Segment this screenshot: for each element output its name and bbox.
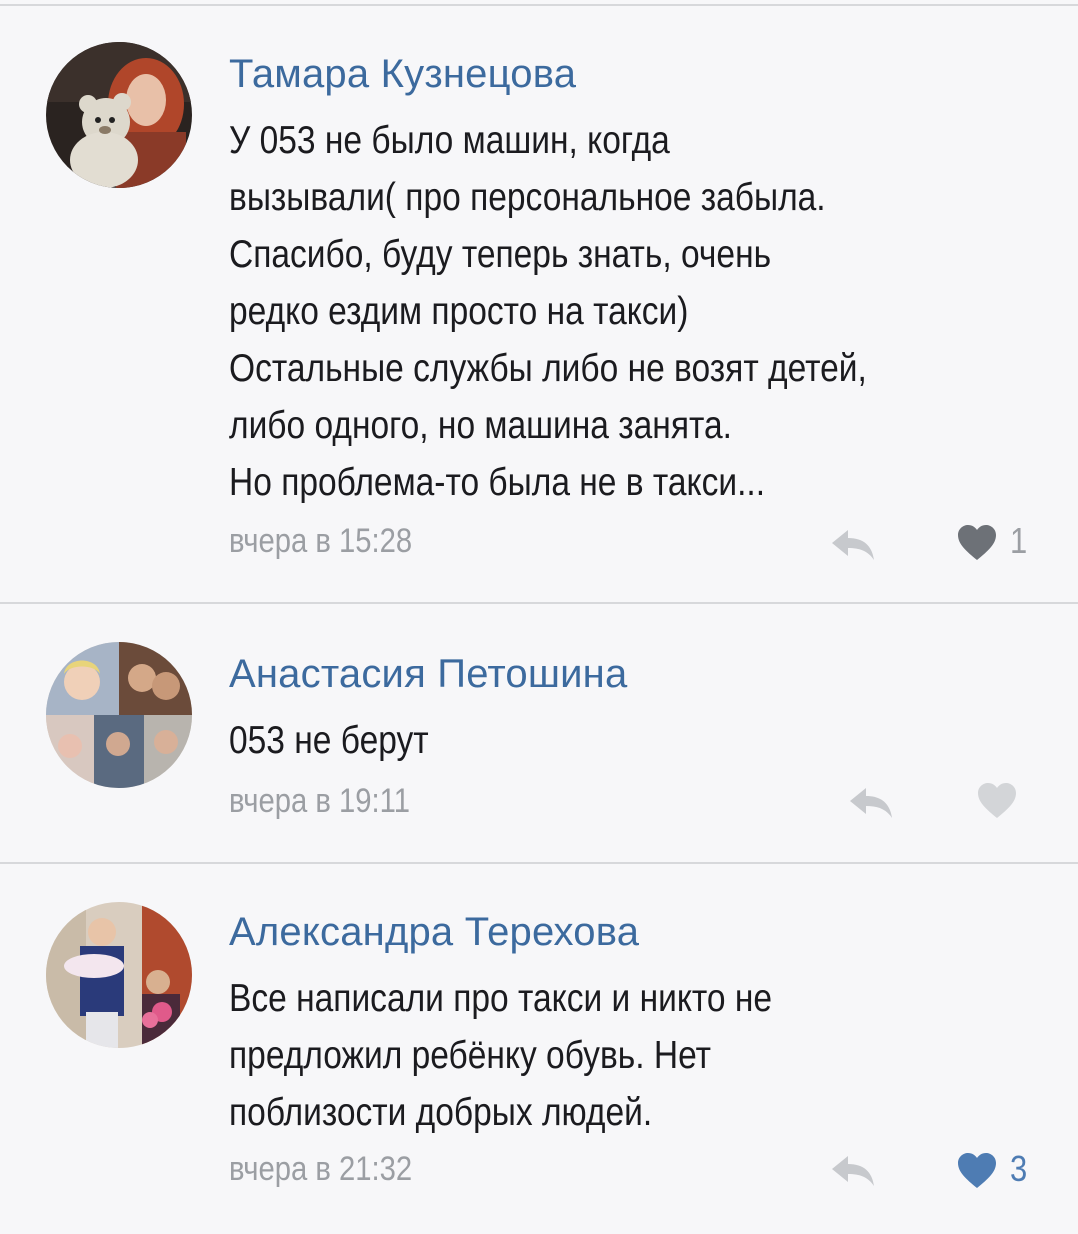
reply-icon: [850, 788, 892, 818]
comment-text-line: поблизости добрых людей.: [229, 1091, 653, 1134]
like-button[interactable]: 3: [956, 1148, 1027, 1192]
comment-timestamp: вчера в 15:28: [229, 522, 413, 560]
like-count: 1: [1010, 520, 1028, 561]
comment-item: Анастасия Петошина 053 не берут вчера в …: [0, 606, 1078, 864]
comment-text: Все написали про такси и никто не предло…: [229, 970, 1055, 1141]
avatar-photo-icon: [46, 902, 192, 1048]
comment-text-line: либо одного, но машина занята.: [229, 404, 732, 447]
like-count: 3: [1010, 1148, 1028, 1189]
avatar-photo-icon: [46, 642, 192, 788]
heart-icon: [958, 525, 996, 560]
avatar[interactable]: [46, 902, 192, 1048]
comment-text-line: редко ездим просто на такси): [229, 290, 689, 333]
comment-text-line: У 053 не было машин, когда: [229, 119, 670, 162]
comment-text-line: Остальные службы либо не возят детей,: [229, 347, 867, 390]
reply-icon: [832, 1156, 874, 1186]
heart-icon: [978, 783, 1016, 818]
comment-author[interactable]: Александра Терехова: [229, 910, 639, 955]
avatar[interactable]: [46, 42, 192, 188]
comment-item: Тамара Кузнецова У 053 не было машин, ко…: [0, 6, 1078, 604]
reply-icon: [832, 530, 874, 560]
comment-timestamp: вчера в 19:11: [229, 782, 411, 820]
comment-text-line: Все написали про такси и никто не: [229, 977, 773, 1020]
comment-text-line: Спасибо, буду теперь знать, очень: [229, 233, 772, 276]
comment-author[interactable]: Тамара Кузнецова: [229, 52, 576, 97]
avatar-photo-icon: [46, 42, 192, 188]
comment-text-line: вызывали( про персональное забыла.: [229, 176, 826, 219]
comment-text-line: 053 не берут: [229, 719, 429, 762]
divider: [0, 602, 1078, 604]
avatar[interactable]: [46, 642, 192, 788]
like-button[interactable]: 1: [956, 520, 1027, 564]
comment-text-line: Но проблема-то была не в такси...: [229, 461, 766, 504]
like-button[interactable]: [976, 782, 1018, 822]
comment-text: У 053 не было машин, когда вызывали( про…: [229, 112, 1055, 511]
reply-button[interactable]: [830, 526, 876, 562]
heart-icon: [958, 1153, 996, 1188]
comment-item: Александра Терехова Все написали про так…: [0, 864, 1078, 1234]
comment-text-line: предложил ребёнку обувь. Нет: [229, 1034, 712, 1077]
comment-text: 053 не берут: [229, 712, 1055, 769]
comment-author[interactable]: Анастасия Петошина: [229, 652, 627, 697]
reply-button[interactable]: [848, 784, 894, 820]
reply-button[interactable]: [830, 1152, 876, 1188]
comment-timestamp: вчера в 21:32: [229, 1150, 413, 1188]
